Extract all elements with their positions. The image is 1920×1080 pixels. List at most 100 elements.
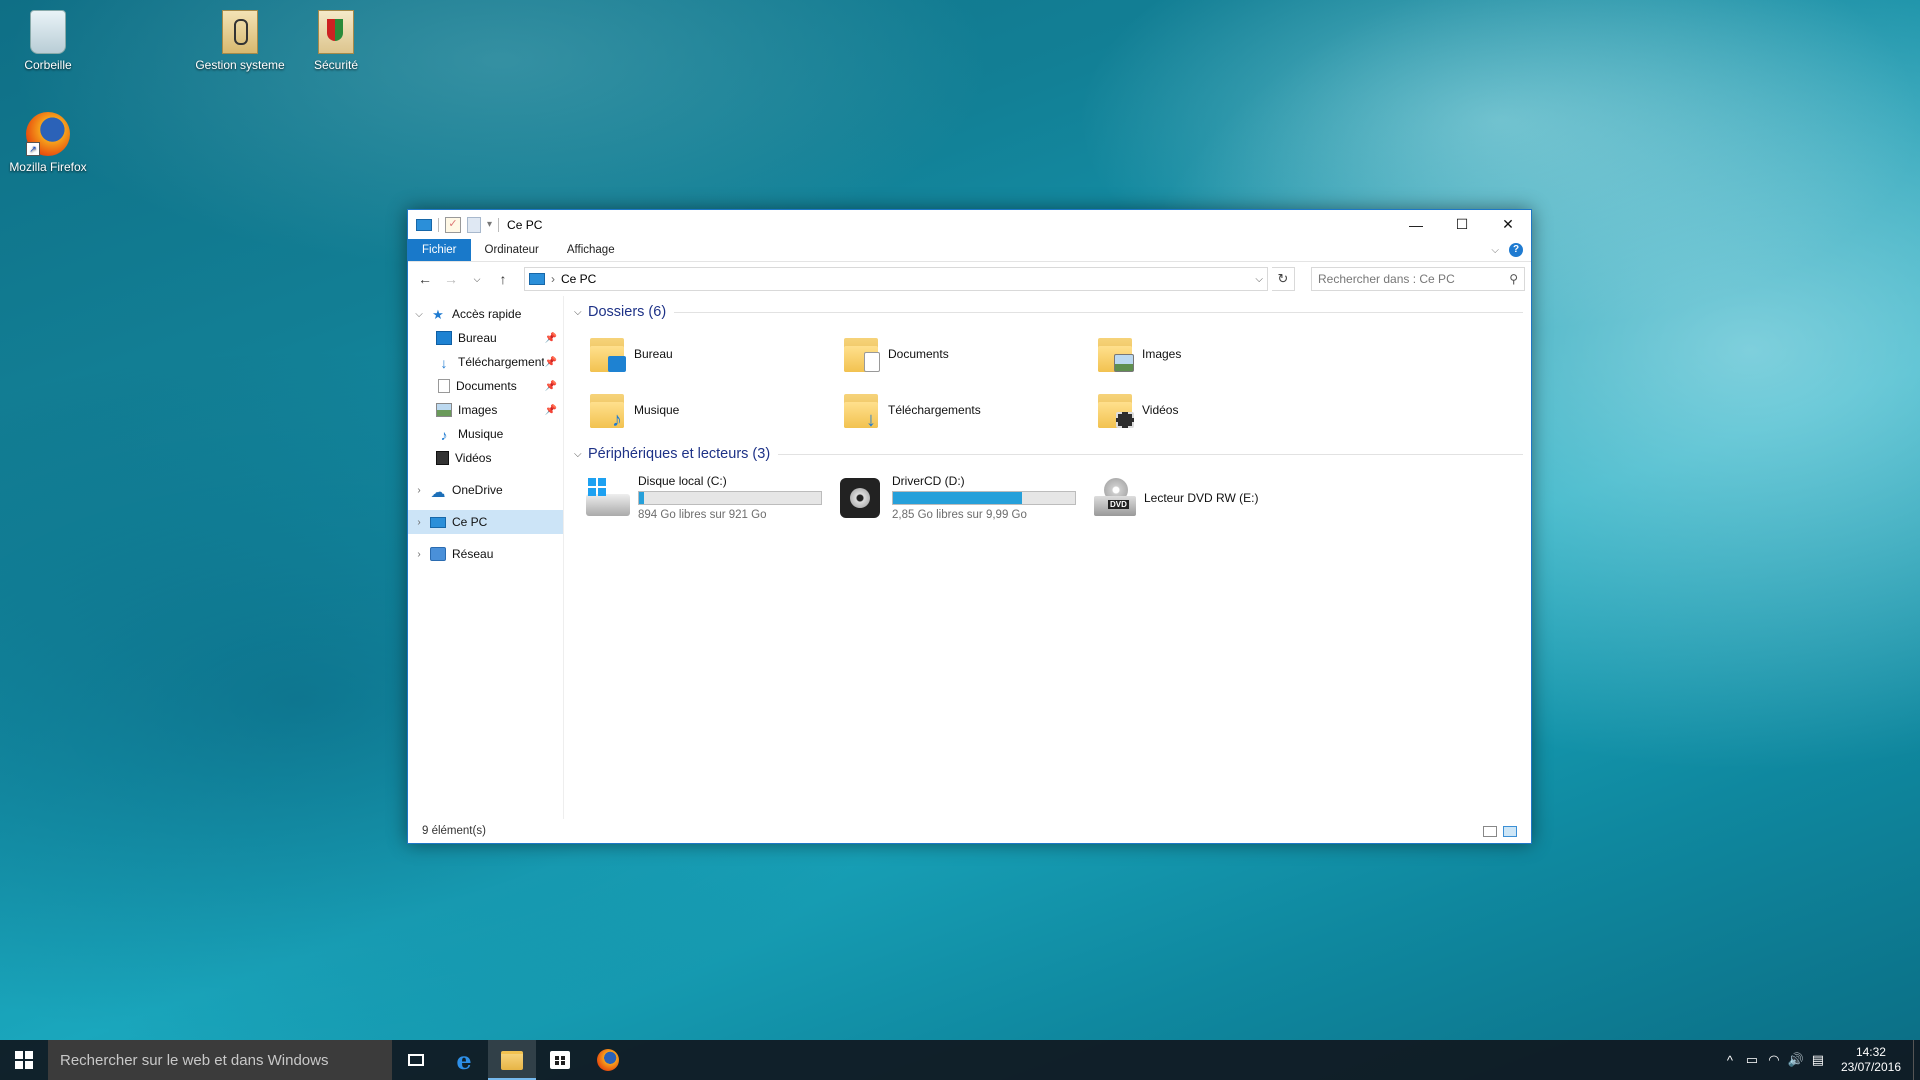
new-folder-icon[interactable] bbox=[467, 216, 481, 233]
chevron-down-icon[interactable]: ⌵ bbox=[574, 449, 588, 460]
chevron-right-icon[interactable]: › bbox=[408, 485, 430, 496]
recycle-bin-icon bbox=[30, 10, 66, 54]
nav-item-quick-access[interactable]: ⌵ ★ Accès rapide bbox=[408, 302, 563, 326]
file-icon bbox=[318, 10, 354, 54]
computer-icon bbox=[430, 516, 446, 528]
folder-item-telechargements[interactable]: ↓ Téléchargements bbox=[842, 386, 1096, 434]
chevron-down-icon[interactable]: ⌵ bbox=[574, 307, 588, 318]
drive-usage-fill bbox=[639, 492, 645, 504]
minimize-button[interactable]: — bbox=[1393, 210, 1439, 239]
chevron-down-icon[interactable]: ⌵ bbox=[1255, 274, 1263, 285]
details-view-icon[interactable] bbox=[1483, 825, 1497, 837]
nav-item-this-pc[interactable]: › Ce PC bbox=[408, 510, 563, 534]
nav-item-documents[interactable]: Documents 📌 bbox=[408, 374, 563, 398]
status-bar: 9 élément(s) bbox=[408, 819, 1531, 843]
window-title: Ce PC bbox=[507, 217, 543, 232]
store-button[interactable] bbox=[536, 1040, 584, 1080]
file-icon bbox=[222, 10, 258, 54]
ribbon-tabs: Fichier Ordinateur Affichage ⌵ ? bbox=[408, 239, 1531, 262]
back-button[interactable]: ← bbox=[414, 271, 436, 287]
folder-label: Vidéos bbox=[1142, 403, 1179, 417]
expand-ribbon-icon[interactable]: ⌵ bbox=[1491, 245, 1499, 256]
chevron-right-icon[interactable]: › bbox=[408, 517, 430, 528]
search-input[interactable]: Rechercher dans : Ce PC ⚲ bbox=[1311, 267, 1525, 291]
folder-item-musique[interactable]: ♪ Musique bbox=[588, 386, 842, 434]
desktop-icon-gestion-systeme[interactable]: Gestion systeme bbox=[195, 10, 285, 72]
folder-label: Images bbox=[1142, 347, 1182, 361]
drive-usage-bar bbox=[638, 491, 822, 505]
taskbar: Rechercher sur le web et dans Windows e … bbox=[0, 1040, 1920, 1080]
task-view-icon bbox=[408, 1054, 424, 1066]
file-explorer-button[interactable] bbox=[488, 1040, 536, 1080]
nav-item-bureau[interactable]: Bureau 📌 bbox=[408, 326, 563, 350]
drive-usage-fill bbox=[893, 492, 1023, 504]
chevron-right-icon[interactable]: › bbox=[408, 549, 430, 560]
drive-item-c[interactable]: Disque local (C:) 894 Go libres sur 921 … bbox=[586, 474, 822, 521]
maximize-button[interactable]: ☐ bbox=[1439, 210, 1485, 239]
group-header-folders[interactable]: ⌵ Dossiers (6) bbox=[572, 300, 1523, 324]
nav-item-videos[interactable]: Vidéos bbox=[408, 446, 563, 470]
desktop-folder-icon bbox=[588, 334, 626, 374]
search-icon[interactable]: ⚲ bbox=[1509, 272, 1518, 286]
refresh-button[interactable]: ↻ bbox=[1272, 267, 1295, 291]
tab-ordinateur[interactable]: Ordinateur bbox=[471, 239, 553, 261]
volume-icon[interactable]: 🔊 bbox=[1785, 1052, 1807, 1068]
large-icons-view-icon[interactable] bbox=[1503, 825, 1517, 837]
drive-item-d[interactable]: DriverCD (D:) 2,85 Go libres sur 9,99 Go bbox=[840, 474, 1076, 521]
drive-item-e[interactable]: DVD Lecteur DVD RW (E:) bbox=[1094, 474, 1330, 521]
nav-item-telechargements[interactable]: ↓ Téléchargements 📌 bbox=[408, 350, 563, 374]
recent-locations-button[interactable]: ⌵ bbox=[466, 274, 488, 285]
chevron-right-icon[interactable]: › bbox=[551, 272, 555, 286]
music-folder-icon: ♪ bbox=[588, 390, 626, 430]
battery-icon[interactable]: ▭ bbox=[1741, 1052, 1763, 1068]
help-icon[interactable]: ? bbox=[1509, 243, 1523, 257]
folder-item-videos[interactable]: Vidéos bbox=[1096, 386, 1350, 434]
folder-item-documents[interactable]: Documents bbox=[842, 330, 1096, 378]
videos-icon bbox=[436, 451, 449, 465]
clock[interactable]: 14:32 23/07/2016 bbox=[1829, 1045, 1913, 1075]
nav-item-network[interactable]: › Réseau bbox=[408, 542, 563, 566]
tab-fichier[interactable]: Fichier bbox=[408, 239, 471, 261]
desktop-icon-label: Mozilla Firefox bbox=[9, 160, 87, 174]
navigation-pane: ⌵ ★ Accès rapide Bureau 📌 ↓ Téléchargeme… bbox=[408, 296, 564, 819]
customize-toolbar-icon[interactable]: ▾ bbox=[487, 219, 492, 230]
nav-item-musique[interactable]: ♪ Musique bbox=[408, 422, 563, 446]
wifi-icon[interactable]: ◠ bbox=[1763, 1052, 1785, 1068]
tab-affichage[interactable]: Affichage bbox=[553, 239, 629, 261]
folder-label: Documents bbox=[888, 347, 949, 361]
address-bar[interactable]: › Ce PC ⌵ bbox=[524, 267, 1268, 291]
task-view-button[interactable] bbox=[392, 1040, 440, 1080]
computer-icon bbox=[529, 273, 545, 285]
folder-item-images[interactable]: Images bbox=[1096, 330, 1350, 378]
firefox-icon bbox=[597, 1049, 619, 1071]
edge-button[interactable]: e bbox=[440, 1040, 488, 1080]
close-button[interactable]: ✕ bbox=[1485, 210, 1531, 239]
start-button[interactable] bbox=[0, 1040, 48, 1080]
action-center-icon[interactable]: ▤ bbox=[1807, 1052, 1829, 1068]
quick-access-toolbar: ✓ ▾ bbox=[408, 216, 500, 233]
title-bar: ✓ ▾ Ce PC — ☐ ✕ bbox=[408, 210, 1531, 239]
star-icon: ★ bbox=[432, 307, 444, 322]
store-icon bbox=[550, 1051, 570, 1069]
taskbar-search-placeholder: Rechercher sur le web et dans Windows bbox=[60, 1051, 329, 1069]
breadcrumb-item[interactable]: Ce PC bbox=[561, 272, 596, 286]
firefox-taskbar-button[interactable] bbox=[584, 1040, 632, 1080]
chevron-down-icon[interactable]: ⌵ bbox=[408, 309, 430, 320]
pin-icon: 📌 bbox=[544, 332, 557, 344]
clock-date: 23/07/2016 bbox=[1840, 1060, 1901, 1074]
nav-item-onedrive[interactable]: › ☁ OneDrive bbox=[408, 478, 563, 502]
folder-item-bureau[interactable]: Bureau bbox=[588, 330, 842, 378]
nav-label: Musique bbox=[458, 427, 504, 441]
desktop-icon-recycle-bin[interactable]: Corbeille bbox=[3, 10, 93, 72]
desktop-icon-securite[interactable]: Sécurité bbox=[291, 10, 381, 72]
group-header-drives[interactable]: ⌵ Périphériques et lecteurs (3) bbox=[572, 442, 1523, 466]
nav-item-images[interactable]: Images 📌 bbox=[408, 398, 563, 422]
show-desktop-button[interactable] bbox=[1913, 1040, 1920, 1080]
show-hidden-icons-chevron-icon[interactable]: ^ bbox=[1719, 1053, 1741, 1068]
taskbar-search-box[interactable]: Rechercher sur le web et dans Windows bbox=[48, 1040, 392, 1080]
desktop-icon-firefox[interactable]: ↗ Mozilla Firefox bbox=[3, 112, 93, 174]
properties-icon[interactable]: ✓ bbox=[445, 216, 461, 233]
pictures-icon bbox=[436, 403, 452, 417]
forward-button[interactable]: → bbox=[440, 271, 462, 287]
up-button[interactable]: ↑ bbox=[492, 271, 514, 287]
